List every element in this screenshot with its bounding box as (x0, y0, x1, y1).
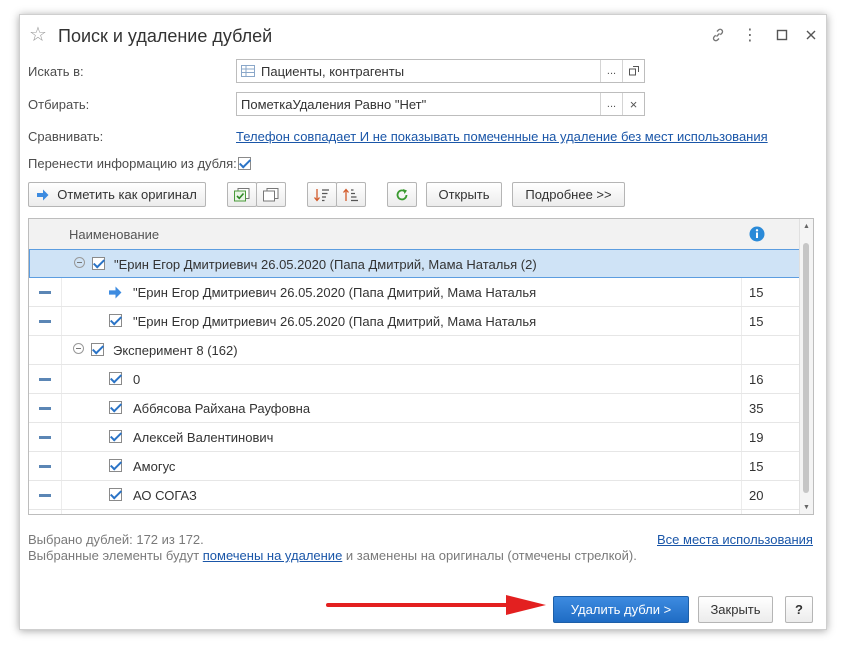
footer-note: Выбранные элементы будут помечены на уда… (28, 548, 637, 563)
item-checkbox[interactable] (109, 459, 122, 472)
usage-count: 19 (749, 429, 764, 445)
check-all-button[interactable] (227, 182, 257, 207)
sort-desc-button[interactable] (307, 182, 337, 207)
item-label: "Ерин Егор Дмитриевич 26.05.2020 (Папа Д… (133, 313, 537, 329)
table-row[interactable]: Амогус 15 (29, 452, 801, 481)
filter-label: Отбирать: (28, 97, 90, 112)
filter-value: ПометкаУдаления Равно "Нет" (241, 96, 427, 112)
usage-count: 16 (749, 371, 764, 387)
selected-count-text: Выбрано дублей: 172 из 172. (28, 532, 204, 547)
table-row[interactable]: Аббясова Райхана Рауфовна 35 (29, 394, 801, 423)
item-label: АО СОГАЗ (133, 487, 197, 503)
more-details-button[interactable]: Подробнее >> (512, 182, 625, 207)
duplicate-marker-icon (39, 465, 51, 468)
collapse-icon[interactable] (74, 257, 85, 268)
search-in-select-button[interactable]: ... (600, 60, 622, 82)
clear-icon[interactable]: × (622, 93, 644, 115)
item-checkbox[interactable] (109, 430, 122, 443)
mark-deletion-link[interactable]: помечены на удаление (203, 548, 343, 563)
col-name-header[interactable]: Наименование (69, 219, 159, 249)
annotation-arrow-icon (326, 595, 546, 615)
duplicate-marker-icon (39, 494, 51, 497)
table-icon (241, 65, 255, 77)
group-row[interactable]: Эксперимент 8 (162) (29, 336, 801, 365)
duplicates-window: ☆ Поиск и удаление дублей ⋮ Искать в: Па… (19, 14, 827, 630)
group-label: Эксперимент 8 (162) (113, 342, 238, 358)
item-label: "Ерин Егор Дмитриевич 26.05.2020 (Папа Д… (133, 284, 537, 300)
open-button[interactable]: Открыть (426, 182, 502, 207)
refresh-icon (396, 188, 408, 200)
vertical-scrollbar[interactable]: ▲ ▼ (799, 219, 813, 514)
item-label: Аббясова Райхана Рауфовна (133, 400, 311, 416)
table-row[interactable]: "Ерин Егор Дмитриевич 26.05.2020 (Папа Д… (29, 307, 801, 336)
group-checkbox[interactable] (92, 257, 105, 270)
item-label: 0 (133, 371, 141, 387)
duplicate-marker-icon (39, 407, 51, 410)
duplicate-marker-icon (39, 436, 51, 439)
group-row[interactable]: "Ерин Егор Дмитриевич 26.05.2020 (Папа Д… (29, 249, 801, 278)
transfer-label: Перенести информацию из дубля: (28, 156, 237, 171)
item-checkbox[interactable] (109, 372, 122, 385)
help-button[interactable]: ? (785, 596, 813, 623)
close-button[interactable]: Закрыть (698, 596, 773, 623)
group-checkbox[interactable] (91, 343, 104, 356)
uncheck-all-button[interactable] (256, 182, 286, 207)
compare-link[interactable]: Телефон совпадает И не показывать помече… (236, 128, 768, 146)
mark-original-button[interactable]: Отметить как оригинал (28, 182, 206, 207)
collapse-icon[interactable] (73, 343, 84, 354)
refresh-button[interactable] (387, 182, 417, 207)
check-all-icon (234, 187, 250, 201)
transfer-checkbox[interactable] (238, 157, 251, 170)
item-label: Амогус (133, 458, 176, 474)
scroll-up-icon[interactable]: ▲ (803, 223, 810, 230)
original-arrow-icon (109, 286, 122, 299)
usage-count: 15 (749, 313, 764, 329)
link-icon[interactable] (706, 23, 730, 47)
item-label: Алексей Валентинович (133, 429, 274, 445)
info-icon[interactable] (749, 219, 765, 249)
sort-asc-button[interactable] (336, 182, 366, 207)
favorite-star-icon[interactable]: ☆ (29, 25, 47, 45)
window-title: Поиск и удаление дублей (58, 26, 273, 46)
duplicate-marker-icon (39, 320, 51, 323)
usage-count: 15 (749, 284, 764, 300)
usage-count: 35 (749, 400, 764, 416)
filter-select-button[interactable]: ... (600, 93, 622, 115)
maximize-icon[interactable] (770, 23, 794, 47)
delete-duplicates-button[interactable]: Удалить дубли > (553, 596, 689, 623)
duplicates-table: Наименование "Ерин Егор Дмитриевич 26.05… (28, 218, 814, 515)
all-places-link[interactable]: Все места использования (657, 532, 813, 548)
scroll-thumb[interactable] (803, 243, 809, 493)
item-checkbox[interactable] (109, 314, 122, 327)
duplicate-marker-icon (39, 291, 51, 294)
scroll-down-icon[interactable]: ▼ (803, 504, 810, 511)
search-in-value: Пациенты, контрагенты (261, 63, 405, 79)
close-icon[interactable] (799, 23, 823, 47)
usage-count: 15 (749, 458, 764, 474)
table-row[interactable] (29, 510, 801, 514)
more-icon[interactable]: ⋮ (738, 23, 762, 47)
search-in-label: Искать в: (28, 64, 84, 79)
group-label: "Ерин Егор Дмитриевич 26.05.2020 (Папа Д… (114, 256, 537, 272)
sort-asc-icon (343, 187, 358, 201)
compare-label: Сравнивать: (28, 129, 104, 144)
table-row[interactable]: Алексей Валентинович 19 (29, 423, 801, 452)
filter-field[interactable]: ПометкаУдаления Равно "Нет" ... × (236, 92, 645, 116)
duplicate-marker-icon (39, 378, 51, 381)
item-checkbox[interactable] (109, 488, 122, 501)
table-row[interactable]: "Ерин Егор Дмитриевич 26.05.2020 (Папа Д… (29, 278, 801, 307)
open-icon[interactable] (622, 60, 644, 82)
uncheck-all-icon (263, 187, 279, 201)
table-row[interactable]: 0 16 (29, 365, 801, 394)
table-row[interactable]: АО СОГАЗ 20 (29, 481, 801, 510)
usage-count: 20 (749, 487, 764, 503)
table-header: Наименование (29, 219, 801, 250)
arrow-right-icon (37, 189, 49, 200)
item-checkbox[interactable] (109, 401, 122, 414)
sort-desc-icon (314, 188, 329, 202)
search-in-field[interactable]: Пациенты, контрагенты ... (236, 59, 645, 83)
